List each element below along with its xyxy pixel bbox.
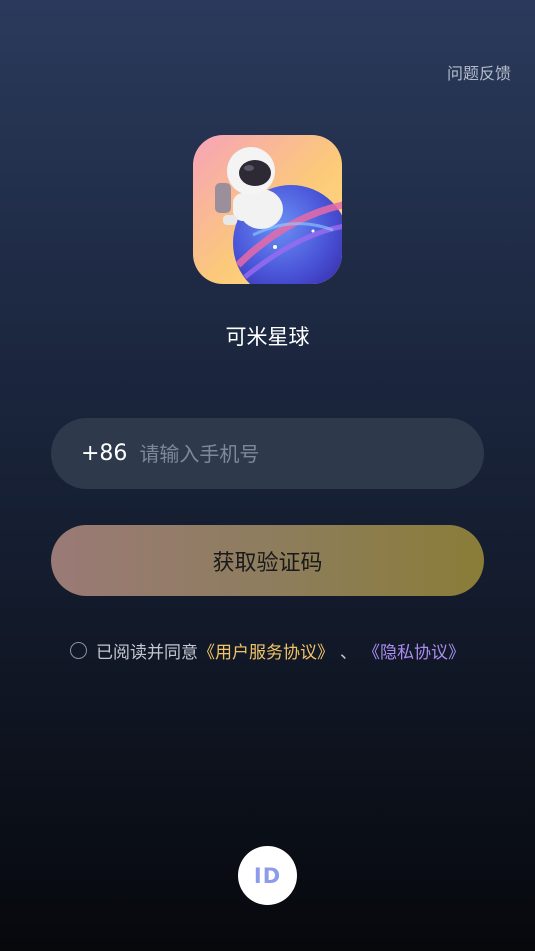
- phone-input[interactable]: [139, 433, 484, 474]
- agreement-separator: 、: [340, 643, 357, 663]
- agreement-row: 已阅读并同意 《用户服务协议》 、 《隐私协议》: [0, 638, 535, 663]
- id-label: ID: [253, 863, 282, 888]
- app-name: 可米星球: [225, 325, 310, 349]
- phone-field[interactable]: +86: [51, 418, 484, 489]
- privacy-policy-link[interactable]: 《隐私协议》: [363, 638, 465, 663]
- user-terms-link[interactable]: 《用户服务协议》: [198, 638, 334, 663]
- id-login-button[interactable]: ID: [238, 846, 297, 905]
- feedback-link[interactable]: 问题反馈: [447, 60, 511, 84]
- get-verification-code-button[interactable]: 获取验证码: [51, 525, 484, 596]
- agree-checkbox[interactable]: [70, 642, 87, 659]
- app-logo-icon: [193, 135, 342, 284]
- agreement-prefix: 已阅读并同意: [96, 643, 198, 663]
- country-code[interactable]: +86: [81, 441, 127, 466]
